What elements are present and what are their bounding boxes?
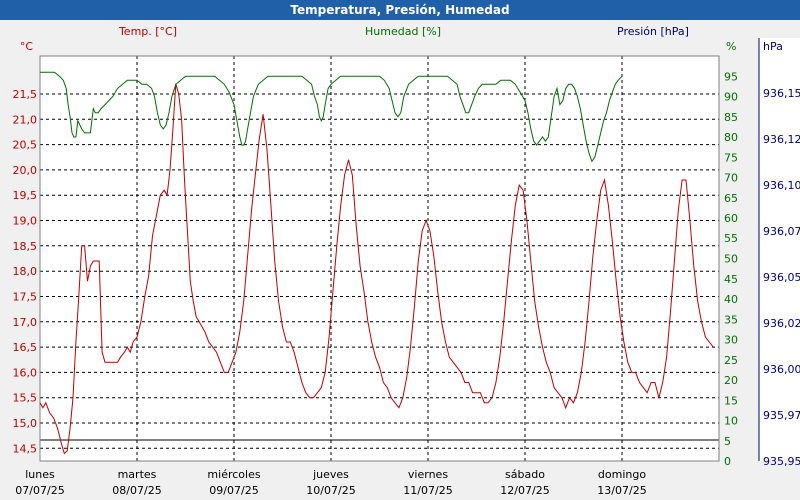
temperature-tick-label: 15,0 — [13, 417, 38, 430]
humidity-tick-label: 20 — [724, 374, 738, 387]
temperature-tick-label: 19,0 — [13, 215, 38, 228]
temperature-tick-label: 15,5 — [13, 392, 38, 405]
day-name-label: viernes — [408, 468, 448, 481]
day-name-label: miércoles — [207, 468, 260, 481]
pressure-tick-label: 936,02 — [763, 317, 800, 330]
humidity-tick-label: 70 — [724, 172, 738, 185]
humidity-unit-label: % — [726, 40, 736, 53]
temperature-tick-label: 18,0 — [13, 265, 38, 278]
pressure-tick-label: 935,95 — [763, 455, 800, 468]
temperature-tick-label: 14,5 — [13, 442, 38, 455]
temperature-tick-label: 20,5 — [13, 139, 38, 152]
humidity-tick-label: 60 — [724, 212, 738, 225]
temperature-unit-label: °C — [20, 40, 34, 53]
humidity-legend: Humedad [%] — [365, 25, 441, 38]
temperature-tick-label: 16,5 — [13, 341, 38, 354]
humidity-tick-label: 65 — [724, 192, 738, 205]
pressure-tick-label: 936,10 — [763, 179, 800, 192]
humidity-tick-label: 40 — [724, 293, 738, 306]
day-date-label: 11/07/25 — [403, 484, 452, 497]
humidity-tick-label: 85 — [724, 111, 738, 124]
temperature-tick-label: 21,0 — [13, 113, 38, 126]
humidity-tick-label: 30 — [724, 334, 738, 347]
humidity-tick-label: 5 — [724, 435, 731, 448]
pressure-tick-label: 936,00 — [763, 363, 800, 376]
humidity-tick-label: 55 — [724, 232, 738, 245]
humidity-tick-label: 10 — [724, 415, 738, 428]
humidity-tick-label: 15 — [724, 394, 738, 407]
pressure-tick-label: 936,15 — [763, 87, 800, 100]
humidity-tick-label: 25 — [724, 354, 738, 367]
day-name-label: sábado — [505, 468, 545, 481]
day-date-label: 08/07/25 — [112, 484, 161, 497]
chart-canvas: 14,5 15,0 15,5 16,0 16,5 17,0 17,5 18,0 18,5 19,0… — [13, 25, 800, 497]
humidity-tick-label: 35 — [724, 313, 738, 326]
day-date-label: 10/07/25 — [306, 484, 355, 497]
humidity-tick-label: 0 — [724, 455, 731, 468]
plot-area — [40, 56, 719, 461]
day-name-label: martes — [118, 468, 157, 481]
temperature-tick-label: 19,5 — [13, 189, 38, 202]
day-date-label: 13/07/25 — [597, 484, 646, 497]
day-name-label: lunes — [25, 468, 55, 481]
day-name-label: domingo — [598, 468, 646, 481]
temperature-tick-label: 20,0 — [13, 164, 38, 177]
temperature-legend: Temp. [°C] — [118, 25, 177, 38]
day-date-label: 12/07/25 — [500, 484, 549, 497]
day-name-label: jueves — [312, 468, 349, 481]
humidity-tick-label: 50 — [724, 253, 738, 266]
temperature-tick-label: 17,0 — [13, 316, 38, 329]
temperature-tick-label: 18,5 — [13, 240, 38, 253]
day-date-label: 07/07/25 — [15, 484, 64, 497]
pressure-legend: Presión [hPa] — [617, 25, 689, 38]
pressure-unit-label: hPa — [763, 40, 783, 53]
humidity-tick-label: 90 — [724, 91, 738, 104]
humidity-tick-label: 80 — [724, 131, 738, 144]
pressure-tick-label: 935,97 — [763, 409, 800, 422]
pressure-tick-label: 936,12 — [763, 133, 800, 146]
pressure-axis-band — [759, 38, 800, 461]
humidity-tick-label: 75 — [724, 151, 738, 164]
temperature-tick-label: 21,5 — [13, 88, 38, 101]
day-date-label: 09/07/25 — [209, 484, 258, 497]
temperature-tick-label: 17,5 — [13, 291, 38, 304]
humidity-tick-label: 95 — [724, 70, 738, 83]
temperature-tick-label: 16,0 — [13, 366, 38, 379]
pressure-tick-label: 936,05 — [763, 271, 800, 284]
pressure-tick-label: 936,07 — [763, 225, 800, 238]
chart: Temperatura, Presión, Humedad 14,5 15,0 15… — [0, 0, 800, 500]
humidity-tick-label: 45 — [724, 273, 738, 286]
